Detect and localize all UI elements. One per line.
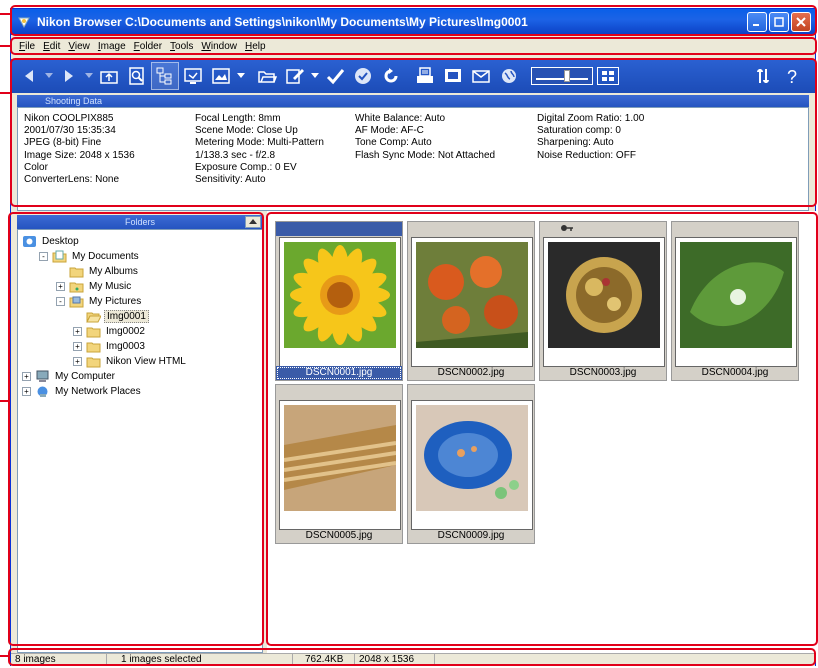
title-bar-callout bbox=[10, 5, 817, 36]
menu-bar-callout bbox=[10, 37, 817, 55]
toolbar-callout bbox=[10, 58, 817, 207]
status-bar-callout bbox=[8, 648, 816, 666]
thumbnail-area-callout bbox=[266, 212, 818, 646]
callout-leader bbox=[0, 400, 8, 402]
folder-pane-callout bbox=[8, 212, 264, 646]
callout-leader bbox=[0, 655, 8, 657]
